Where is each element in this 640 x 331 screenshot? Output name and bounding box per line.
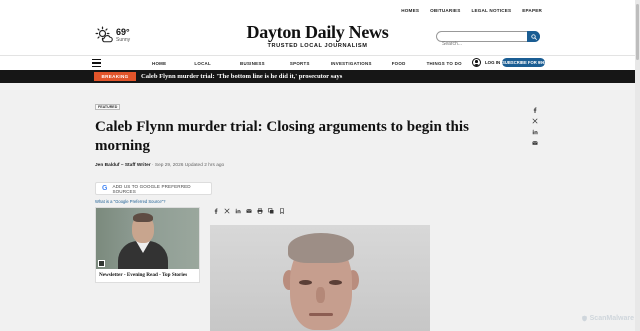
featured-badge: FEATURED xyxy=(95,104,121,110)
article-toolbar xyxy=(213,208,285,214)
utility-link-epaper[interactable]: EPAPER xyxy=(522,8,542,13)
nav-item-local[interactable]: LOCAL xyxy=(194,61,211,66)
nav-item-business[interactable]: BUSINESS xyxy=(240,61,265,66)
nav-item-home[interactable]: HOME xyxy=(152,61,166,66)
byline: Jen Balduf – Staff Writer · Sep 29, 2026… xyxy=(95,163,224,168)
google-preferred-source-button[interactable]: G ADD US TO GOOGLE PREFERRED SOURCES xyxy=(95,182,212,195)
watermark-text: ScanMalware xyxy=(589,315,634,322)
masthead: 69° Sunny Dayton Daily News TRUSTED LOCA… xyxy=(0,20,640,55)
facebook-share-icon[interactable] xyxy=(532,107,538,113)
linkedin-icon[interactable] xyxy=(235,208,241,214)
bookmark-icon[interactable] xyxy=(279,208,285,214)
nav-item-things-to-do[interactable]: THINGS TO DO xyxy=(427,61,462,66)
breaking-label: BREAKING xyxy=(94,72,136,81)
search-button[interactable] xyxy=(527,31,540,42)
subscribe-button[interactable]: SUBSCRIBE FOR 99¢ xyxy=(502,58,545,67)
utility-links: HOMES OBITUARIES LEGAL NOTICES EPAPER xyxy=(401,8,542,13)
site-name: Dayton Daily News xyxy=(246,22,389,42)
scanmalware-watermark: ScanMalware xyxy=(581,315,634,322)
search-box xyxy=(436,31,540,49)
google-preferred-source-link[interactable]: What is a "Google Preferred Source"? xyxy=(95,199,165,204)
scrollbar[interactable] xyxy=(635,0,640,331)
user-icon xyxy=(472,58,481,67)
page: HOMES OBITUARIES LEGAL NOTICES EPAPER 69… xyxy=(0,0,640,331)
utility-link-homes[interactable]: HOMES xyxy=(401,8,419,13)
video-card[interactable]: Newsletter - Evening Read - Top Stories xyxy=(95,207,200,283)
nav-item-investigations[interactable]: INVESTIGATIONS xyxy=(331,61,372,66)
video-play-icon[interactable] xyxy=(98,260,105,267)
video-caption: Newsletter - Evening Read - Top Stories xyxy=(99,272,188,278)
share-sidebar xyxy=(532,107,538,146)
shield-icon xyxy=(581,315,587,322)
x-share-icon[interactable] xyxy=(532,118,538,124)
author-name[interactable]: Jen Balduf – Staff Writer xyxy=(95,163,151,168)
google-button-label: ADD US TO GOOGLE PREFERRED SOURCES xyxy=(112,183,191,194)
login-link[interactable]: LOG IN xyxy=(472,58,500,67)
email-share-icon[interactable] xyxy=(532,140,538,146)
article-title: Caleb Flynn murder trial: Closing argume… xyxy=(95,119,469,154)
nav-item-sports[interactable]: SPORTS xyxy=(290,61,310,66)
search-icon xyxy=(530,33,537,40)
x-twitter-icon[interactable] xyxy=(224,208,230,214)
hamburger-menu-icon[interactable] xyxy=(92,59,101,67)
nav-item-food[interactable]: FOOD xyxy=(392,61,406,66)
facebook-icon[interactable] xyxy=(213,208,219,214)
linkedin-share-icon[interactable] xyxy=(532,129,538,135)
site-tagline: TRUSTED LOCAL JOURNALISM xyxy=(267,43,368,49)
breaking-news-bar: BREAKING Caleb Flynn murder trial: 'The … xyxy=(0,70,635,83)
search-input[interactable] xyxy=(437,39,525,49)
nav-items: HOME LOCAL BUSINESS SPORTS INVESTIGATION… xyxy=(152,61,462,66)
scrollbar-thumb[interactable] xyxy=(636,4,639,60)
article-photo[interactable] xyxy=(210,225,430,331)
copy-link-icon[interactable] xyxy=(268,208,274,214)
login-label: LOG IN xyxy=(485,60,501,65)
google-icon: G xyxy=(102,185,108,192)
video-thumbnail xyxy=(96,208,199,269)
utility-bar: HOMES OBITUARIES LEGAL NOTICES EPAPER xyxy=(0,0,640,20)
email-icon[interactable] xyxy=(246,208,252,214)
utility-link-legal-notices[interactable]: LEGAL NOTICES xyxy=(471,8,511,13)
publish-date: · Sep 29, 2026 Updated 2 hrs ago xyxy=(150,163,225,168)
main-nav: HOME LOCAL BUSINESS SPORTS INVESTIGATION… xyxy=(0,55,640,70)
breaking-headline[interactable]: Caleb Flynn murder trial: 'The bottom li… xyxy=(141,73,342,80)
utility-link-obituaries[interactable]: OBITUARIES xyxy=(430,8,460,13)
print-icon[interactable] xyxy=(257,208,263,214)
